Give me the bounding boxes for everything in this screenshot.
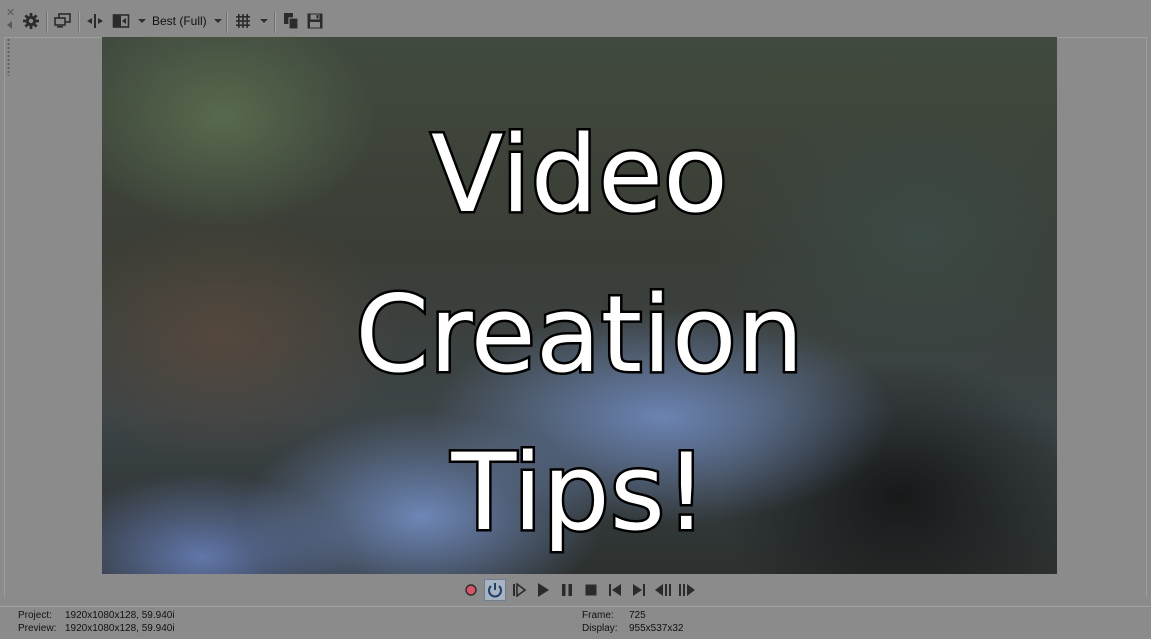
toolbar-separator	[274, 11, 276, 33]
collapse-arrow-icon[interactable]	[7, 21, 12, 29]
toolbar-separator	[226, 11, 228, 33]
split-screen-icon[interactable]	[84, 10, 106, 32]
overlay-dropdown-chevron-icon[interactable]	[136, 10, 148, 32]
preview-quality-value: Best (Full)	[152, 14, 207, 28]
frame-label: Frame:	[582, 610, 614, 621]
preview-toolbar: Best (Full)	[18, 8, 1151, 36]
toolbar-separator	[78, 11, 80, 33]
previous-frame-button[interactable]	[652, 579, 674, 601]
grid-icon[interactable]	[232, 10, 254, 32]
status-bar: Project: 1920x1080x128, 59.940i Preview:…	[0, 606, 1151, 637]
project-label: Project:	[18, 610, 52, 621]
quality-dropdown-chevron-icon[interactable]	[212, 10, 224, 32]
go-to-end-button[interactable]	[628, 579, 650, 601]
stop-button[interactable]	[580, 579, 602, 601]
record-button[interactable]	[460, 579, 482, 601]
preview-value: 1920x1080x128, 59.940i	[65, 623, 175, 634]
overlay-toggle-icon[interactable]	[110, 10, 132, 32]
go-to-start-button[interactable]	[604, 579, 626, 601]
loop-playback-button[interactable]	[484, 579, 506, 601]
preview-quality-select[interactable]: Best (Full)	[152, 10, 208, 32]
gear-icon[interactable]	[20, 10, 42, 32]
external-monitor-icon[interactable]	[52, 10, 74, 32]
title-line-3: Tips!	[449, 431, 710, 554]
video-preview-window: ✕ Best (Full) Video Creation Tips! Proje…	[0, 0, 1151, 639]
play-from-start-button[interactable]	[508, 579, 530, 601]
title-line-1: Video	[429, 113, 731, 236]
video-preview-canvas[interactable]: Video Creation Tips!	[102, 37, 1057, 574]
preview-label: Preview:	[18, 623, 57, 634]
close-icon[interactable]: ✕	[6, 8, 15, 19]
title-line-2: Creation	[353, 273, 806, 396]
play-button[interactable]	[532, 579, 554, 601]
save-snapshot-icon[interactable]	[304, 10, 326, 32]
transport-controls	[0, 579, 1151, 601]
frame-value: 725	[629, 610, 646, 621]
next-frame-button[interactable]	[676, 579, 698, 601]
toolbar-separator	[46, 11, 48, 33]
display-label: Display:	[582, 623, 618, 634]
copy-snapshot-icon[interactable]	[280, 10, 302, 32]
pause-button[interactable]	[556, 579, 578, 601]
display-value: 955x537x32	[629, 623, 684, 634]
grid-dropdown-chevron-icon[interactable]	[258, 10, 270, 32]
project-value: 1920x1080x128, 59.940i	[65, 610, 175, 621]
